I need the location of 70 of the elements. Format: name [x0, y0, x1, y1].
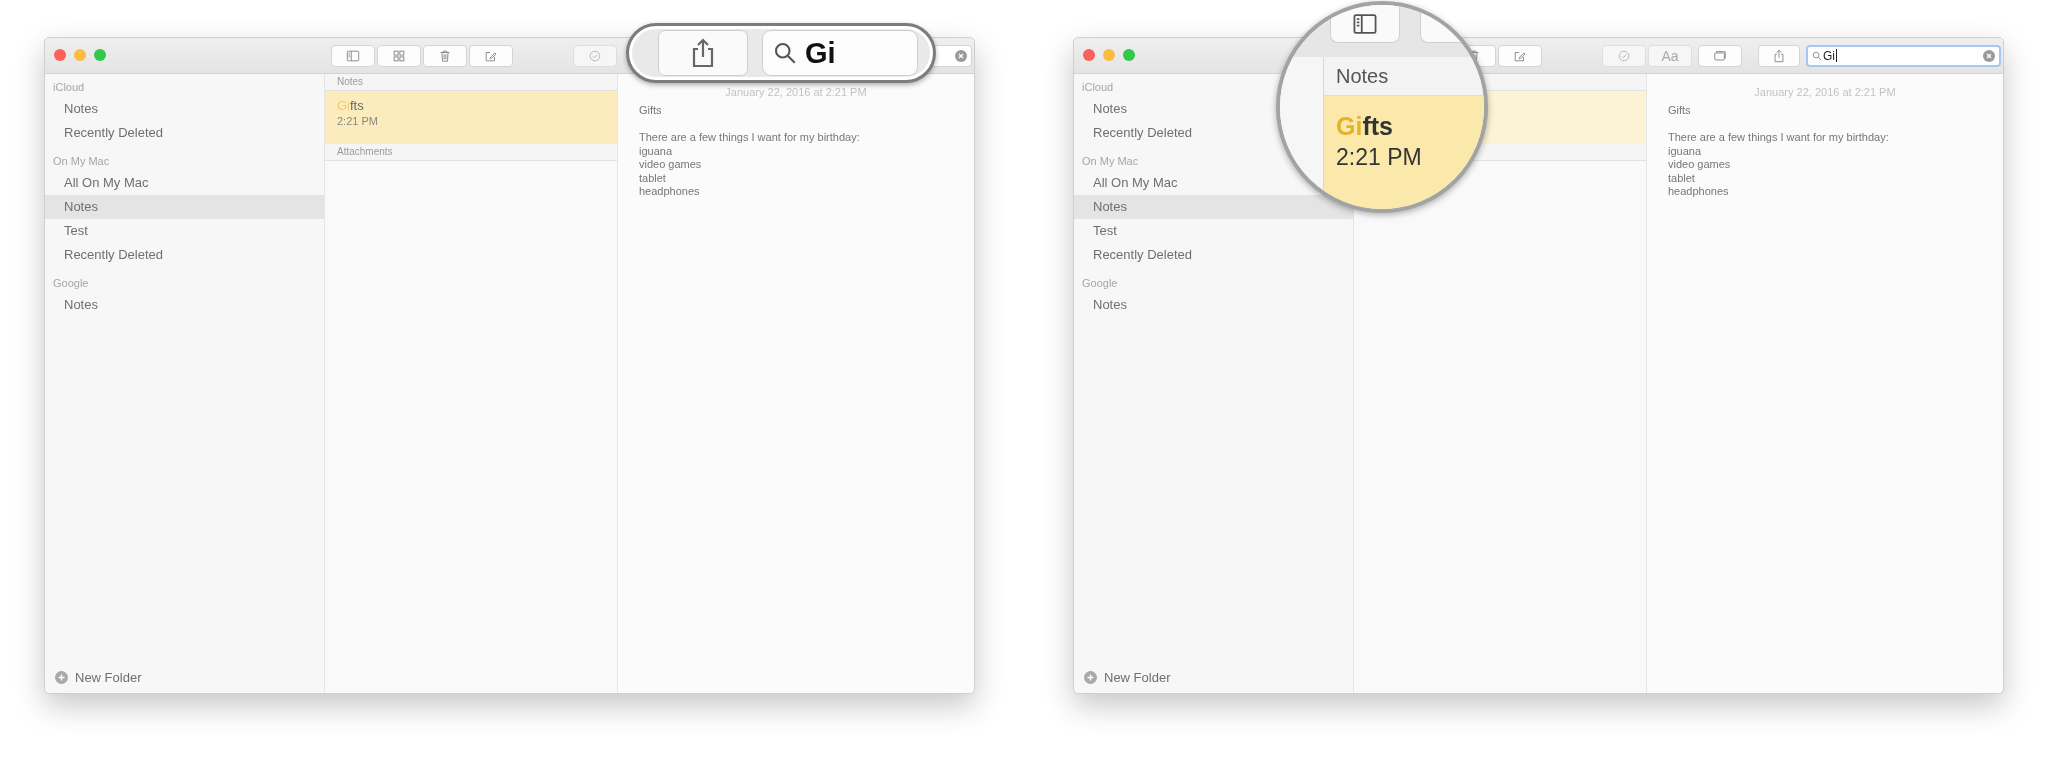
plus-icon: [55, 671, 68, 684]
minimize-button[interactable]: [74, 49, 86, 61]
section-header: On My Mac: [52, 154, 111, 169]
note-row[interactable]: Gifts 2:21 PM: [1324, 96, 1484, 209]
section-header: iCloud: [1081, 80, 1115, 95]
clear-icon[interactable]: [955, 49, 967, 62]
checkmark-icon: [588, 48, 602, 63]
grid-icon: [392, 48, 406, 63]
sidebar-item[interactable]: Test: [1074, 219, 1353, 243]
sidebar-item[interactable]: Test: [45, 219, 324, 243]
note-title: Gifts: [337, 97, 365, 114]
sidebar-item[interactable]: Notes: [1074, 195, 1353, 219]
note-text: There are a few things I want for my birthday:: [1668, 131, 1890, 145]
new-folder-button[interactable]: New Folder: [1084, 670, 1171, 685]
minimize-button[interactable]: [1103, 49, 1115, 61]
note-text: iguana: [1668, 144, 1703, 158]
list-header: Notes: [337, 76, 364, 87]
note-text: Gifts: [639, 104, 663, 118]
sidebar-item[interactable]: Recently Deleted: [45, 243, 324, 267]
clear-icon[interactable]: [1983, 49, 1995, 62]
note-text: headphones: [639, 185, 701, 199]
note-row[interactable]: Gifts 2:21 PM: [325, 91, 617, 144]
section-header: iCloud: [52, 80, 86, 95]
share-button[interactable]: [658, 30, 748, 76]
note-title: Gifts: [1336, 111, 1394, 142]
new-folder-button[interactable]: New Folder: [55, 670, 142, 685]
windows-icon: [1713, 48, 1727, 63]
note-text: video games: [1668, 158, 1732, 172]
new-folder-label: New Folder: [75, 670, 142, 685]
sidebar-item[interactable]: Notes: [45, 97, 324, 121]
delete-button[interactable]: [423, 44, 467, 67]
search-field[interactable]: Gi: [762, 30, 918, 76]
note-text: iguana: [639, 144, 674, 158]
close-button[interactable]: [54, 49, 66, 61]
section-header: Google: [52, 276, 90, 291]
section-header: Google: [1081, 276, 1119, 291]
sidebar-toggle-button[interactable]: [1330, 5, 1400, 43]
search-icon: [773, 41, 797, 65]
checkmark-icon: [1617, 48, 1631, 63]
note-text: headphones: [1668, 185, 1730, 199]
sidebar-item[interactable]: Recently Deleted: [1074, 243, 1353, 267]
list-header: Notes: [1336, 65, 1389, 87]
share-icon: [1772, 48, 1786, 63]
new-note-button[interactable]: [469, 44, 513, 67]
sidebar-item[interactable]: Recently Deleted: [45, 121, 324, 145]
new-note-button[interactable]: [1498, 44, 1542, 67]
close-button[interactable]: [1083, 49, 1095, 61]
attachments-button[interactable]: [377, 44, 421, 67]
sidebar-item[interactable]: All On My Mac: [45, 171, 324, 195]
note-text: video games: [639, 158, 703, 172]
new-folder-label: New Folder: [1104, 670, 1171, 685]
note-time: 2:21 PM: [337, 114, 379, 129]
search-field[interactable]: Gi: [1806, 44, 2001, 67]
sidebar-item[interactable]: Notes: [45, 195, 324, 219]
sidebar-icon: [346, 48, 360, 63]
trash-icon: [438, 48, 452, 63]
note-time: 2:21 PM: [1336, 143, 1423, 172]
note-text: tablet: [1668, 171, 1696, 185]
sidebar-item[interactable]: Notes: [45, 293, 324, 317]
sidebar-item[interactable]: Notes: [1074, 293, 1353, 317]
search-icon: [1812, 50, 1822, 61]
note-text: There are a few things I want for my birthday:: [639, 131, 861, 145]
zoom-button[interactable]: [1123, 49, 1135, 61]
note-text: tablet: [639, 171, 667, 185]
sidebar-toggle-button[interactable]: [331, 44, 375, 67]
note-text: Gifts: [1668, 104, 1692, 118]
zoom-button[interactable]: [94, 49, 106, 61]
attachments-header: Attachments: [337, 146, 393, 157]
panels-button[interactable]: [1698, 44, 1742, 67]
plus-icon: [1084, 671, 1097, 684]
